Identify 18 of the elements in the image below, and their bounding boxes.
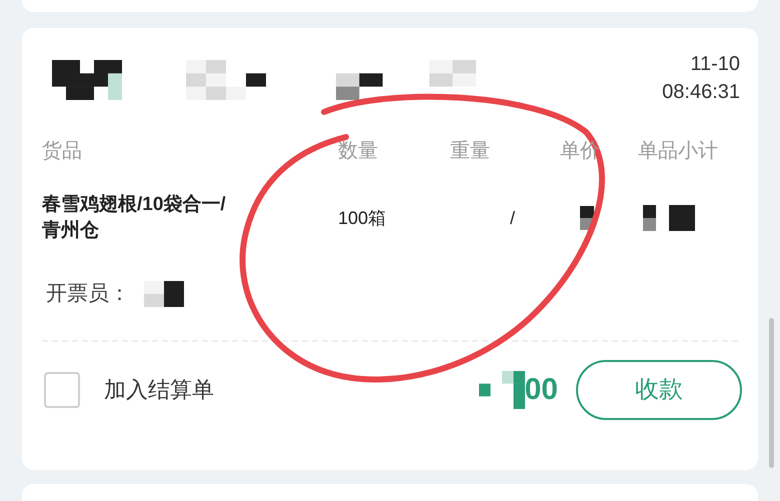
settle-label: 加入结算单 [104, 376, 214, 404]
item-weight: / [510, 208, 516, 228]
amount: 00 [524, 372, 558, 408]
redaction-mosaic [643, 205, 695, 231]
column-header: 重量 [450, 140, 490, 162]
redaction-mosaic [580, 206, 594, 230]
column-header: 货品 [42, 140, 82, 162]
order-date: 11-10 [690, 52, 740, 77]
order-time: 08:46:31 [662, 80, 740, 105]
column-header: 单品小计 [638, 140, 718, 162]
item-quantity: 100箱 [338, 208, 386, 228]
issuer-label: 开票员： [46, 281, 130, 307]
redaction-mosaic [144, 280, 184, 307]
item-name: 春雪鸡翅根/10袋合一/青州仓 [42, 193, 227, 243]
redaction-mosaic [478, 370, 525, 408]
column-header: 数量 [338, 140, 378, 162]
collect-button[interactable]: 收款 [576, 360, 742, 420]
settle-checkbox[interactable] [44, 372, 80, 408]
